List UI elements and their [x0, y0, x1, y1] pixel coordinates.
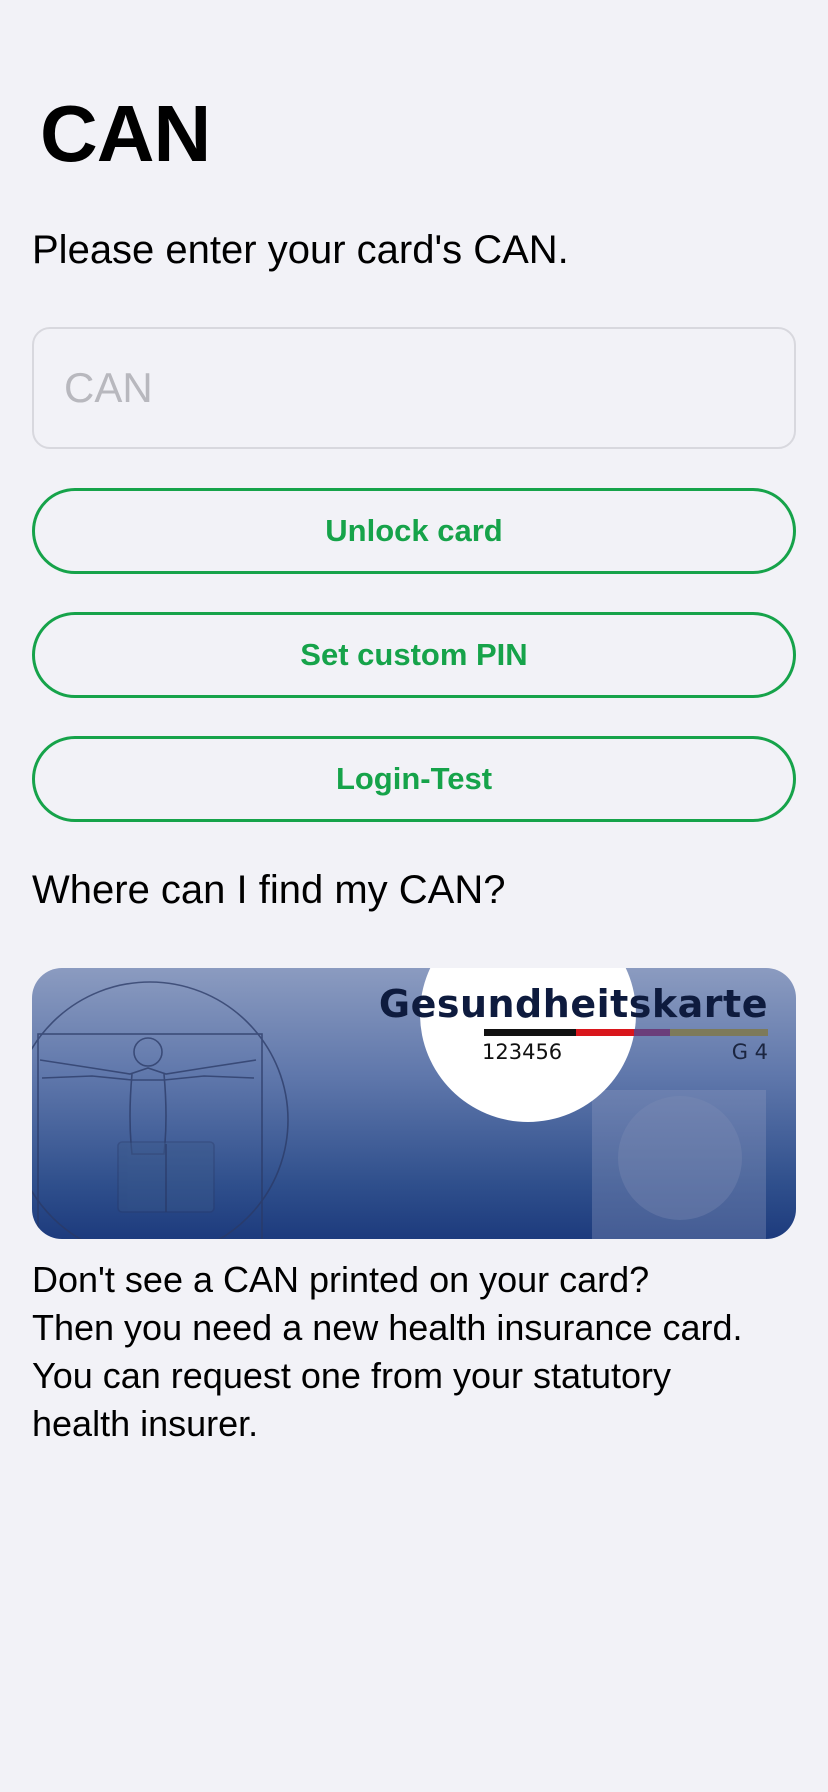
- set-custom-pin-button[interactable]: Set custom PIN: [32, 612, 796, 698]
- page-title: CAN: [40, 89, 211, 178]
- stripe-black: [484, 1029, 576, 1036]
- find-can-heading: Where can I find my CAN?: [32, 868, 506, 912]
- card-generation-label: G 4: [731, 1040, 768, 1064]
- card-brand-label: Gesundheitskarte: [378, 982, 768, 1026]
- card-can-number: 123456: [482, 1040, 563, 1064]
- login-test-button[interactable]: Login-Test: [32, 736, 796, 822]
- stripe-purple: [634, 1029, 670, 1036]
- vitruvian-man-graphic: [32, 981, 289, 1239]
- help-line: health insurer.: [32, 1403, 259, 1444]
- unlock-card-button[interactable]: Unlock card: [32, 488, 796, 574]
- can-entry-screen: CAN Please enter your card's CAN. Unlock…: [0, 0, 828, 1792]
- stripe-olive: [670, 1029, 768, 1036]
- health-card-illustration: Gesundheitskarte 123456 G 4: [32, 968, 796, 1239]
- help-line: Don't see a CAN printed on your card?: [32, 1259, 650, 1300]
- no-can-help-text: Don't see a CAN printed on your card? Th…: [32, 1256, 802, 1448]
- help-line: You can request one from your statutory: [32, 1355, 672, 1396]
- help-line: Then you need a new health insurance car…: [32, 1307, 743, 1348]
- can-input[interactable]: [32, 327, 796, 449]
- can-instruction: Please enter your card's CAN.: [32, 228, 569, 272]
- stripe-red: [576, 1029, 634, 1036]
